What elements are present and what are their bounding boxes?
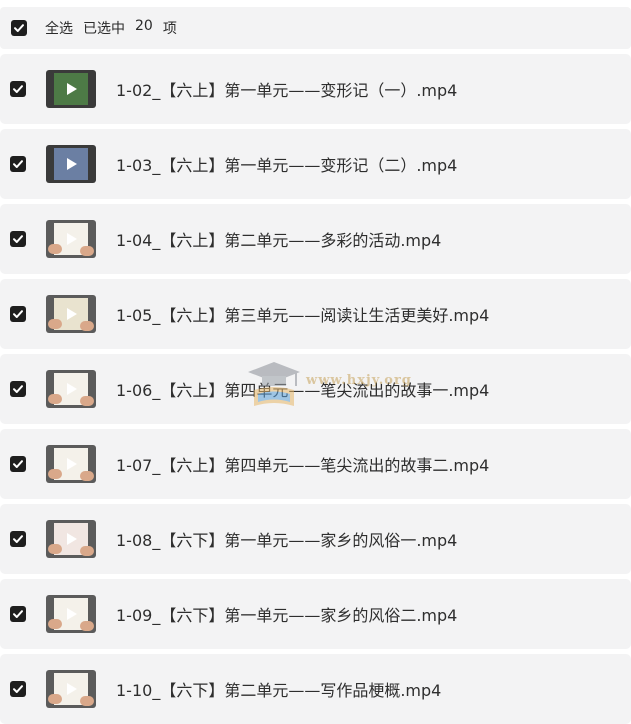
play-icon — [67, 83, 77, 95]
file-checkbox[interactable] — [10, 156, 26, 172]
play-icon — [67, 233, 77, 245]
file-checkbox[interactable] — [10, 606, 26, 622]
checkmark-icon — [13, 385, 23, 393]
file-name: 1-07_【六上】第四单元——笔尖流出的故事二.mp4 — [116, 456, 490, 475]
play-icon — [67, 533, 77, 545]
video-thumbnail[interactable] — [46, 595, 96, 633]
checkmark-icon — [13, 310, 23, 318]
file-name: 1-08_【六下】第一单元——家乡的风俗一.mp4 — [116, 531, 458, 550]
thumbnail-hand — [48, 694, 62, 704]
file-checkbox[interactable] — [10, 81, 26, 97]
thumbnail-hand — [48, 244, 62, 254]
file-checkbox[interactable] — [10, 306, 26, 322]
play-icon — [67, 458, 77, 470]
video-thumbnail[interactable] — [46, 70, 96, 108]
file-row[interactable]: 1-02_【六上】第一单元——变形记（一）.mp4 — [0, 54, 631, 124]
play-icon — [67, 308, 77, 320]
select-all-label[interactable]: 全选 — [45, 18, 73, 38]
checkmark-icon — [13, 685, 23, 693]
select-all-bar: 全选 已选中 20 项 — [0, 7, 631, 49]
checkmark-icon — [13, 235, 23, 243]
file-name: 1-10_【六下】第二单元——写作品梗概.mp4 — [116, 681, 442, 700]
video-thumbnail[interactable] — [46, 220, 96, 258]
video-thumbnail[interactable] — [46, 520, 96, 558]
thumbnail-hand — [48, 619, 62, 629]
selected-count: 20 — [135, 18, 153, 34]
file-row[interactable]: 1-10_【六下】第二单元——写作品梗概.mp4 — [0, 654, 631, 724]
play-icon — [67, 158, 77, 170]
file-checkbox[interactable] — [10, 456, 26, 472]
video-thumbnail[interactable] — [46, 295, 96, 333]
play-icon — [67, 608, 77, 620]
checkmark-icon — [13, 610, 23, 618]
checkmark-icon — [14, 24, 24, 32]
play-icon — [67, 383, 77, 395]
file-checkbox[interactable] — [10, 531, 26, 547]
file-checkbox[interactable] — [10, 381, 26, 397]
thumbnail-hand — [48, 394, 62, 404]
select-all-checkbox[interactable] — [11, 20, 27, 36]
checkmark-icon — [13, 535, 23, 543]
checkmark-icon — [13, 160, 23, 168]
file-row[interactable]: 1-07_【六上】第四单元——笔尖流出的故事二.mp4 — [0, 429, 631, 499]
thumbnail-hand — [80, 246, 94, 256]
video-thumbnail[interactable] — [46, 145, 96, 183]
file-name: 1-09_【六下】第一单元——家乡的风俗二.mp4 — [116, 606, 458, 625]
thumbnail-hand — [48, 469, 62, 479]
checkmark-icon — [13, 85, 23, 93]
file-row[interactable]: 1-05_【六上】第三单元——阅读让生活更美好.mp4 — [0, 279, 631, 349]
thumbnail-hand — [48, 544, 62, 554]
file-row[interactable]: 1-06_【六上】第四单元——笔尖流出的故事一.mp4 — [0, 354, 631, 424]
checkmark-icon — [13, 460, 23, 468]
file-row[interactable]: 1-08_【六下】第一单元——家乡的风俗一.mp4 — [0, 504, 631, 574]
file-checkbox[interactable] — [10, 681, 26, 697]
video-thumbnail[interactable] — [46, 445, 96, 483]
selection-summary: 全选 已选中 20 项 — [45, 18, 177, 38]
file-name: 1-04_【六上】第二单元——多彩的活动.mp4 — [116, 231, 442, 250]
video-thumbnail[interactable] — [46, 370, 96, 408]
thumbnail-hand — [80, 546, 94, 556]
selected-suffix: 项 — [162, 21, 177, 37]
file-name: 1-05_【六上】第三单元——阅读让生活更美好.mp4 — [116, 306, 490, 325]
thumbnail-hand — [80, 621, 94, 631]
play-icon — [67, 683, 77, 695]
thumbnail-hand — [48, 319, 62, 329]
file-row[interactable]: 1-03_【六上】第一单元——变形记（二）.mp4 — [0, 129, 631, 199]
selected-prefix: 已选中 — [83, 21, 125, 37]
thumbnail-hand — [80, 321, 94, 331]
thumbnail-hand — [80, 471, 94, 481]
thumbnail-hand — [80, 396, 94, 406]
video-thumbnail[interactable] — [46, 670, 96, 708]
file-checkbox[interactable] — [10, 231, 26, 247]
file-row[interactable]: 1-09_【六下】第一单元——家乡的风俗二.mp4 — [0, 579, 631, 649]
thumbnail-hand — [80, 696, 94, 706]
file-name: 1-03_【六上】第一单元——变形记（二）.mp4 — [116, 156, 458, 175]
file-row[interactable]: 1-04_【六上】第二单元——多彩的活动.mp4 — [0, 204, 631, 274]
file-name: 1-02_【六上】第一单元——变形记（一）.mp4 — [116, 81, 458, 100]
file-name: 1-06_【六上】第四单元——笔尖流出的故事一.mp4 — [116, 381, 490, 400]
